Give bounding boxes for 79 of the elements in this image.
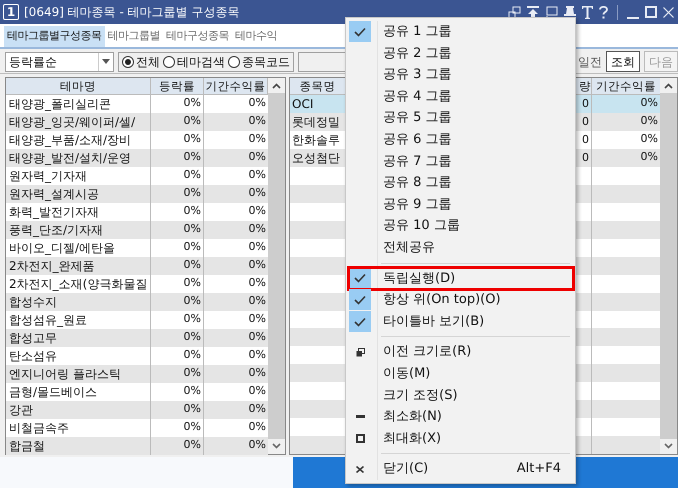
restore-icon xyxy=(356,348,364,357)
window-title: [0649] 테마종목 - 테마그룹별 구성종목 xyxy=(24,4,240,21)
menu-item[interactable]: 크기 조정(S) xyxy=(349,384,573,406)
radio-option[interactable]: 테마검색 xyxy=(162,52,225,70)
menu-item[interactable]: 공유 2 그룹 xyxy=(349,42,573,64)
table-cell-text: 0% xyxy=(248,365,267,381)
menu-item[interactable]: 항상 위(On top)(O) xyxy=(349,289,573,311)
table-cell-text: 0% xyxy=(248,329,267,345)
table-cell: 0% xyxy=(151,437,204,455)
table-cell-text: 0% xyxy=(248,221,267,237)
menu-item[interactable]: 이전 크기로(R) xyxy=(349,341,573,363)
pin-icon[interactable] xyxy=(564,6,576,18)
menu-item[interactable]: 최소화(N) xyxy=(349,406,573,428)
table-cell-text: 0% xyxy=(248,149,267,165)
period-label: 일전 xyxy=(578,54,602,70)
window-icon[interactable] xyxy=(545,6,558,18)
sort-dropdown[interactable]: 등락률순 xyxy=(5,52,114,72)
scrollbar-thumb[interactable] xyxy=(268,93,285,439)
table-cell-text: 0% xyxy=(248,131,267,147)
menu-item[interactable]: 공유 1 그룹 xyxy=(349,21,573,43)
toolbar-button[interactable]: 조회 xyxy=(606,51,640,72)
maximize-icon[interactable] xyxy=(645,6,657,18)
table-cell-text: 0% xyxy=(640,95,659,111)
table-cell-text: 0% xyxy=(248,113,267,129)
menu-item[interactable]: 공유 4 그룹 xyxy=(349,86,573,108)
table-cell-text: 0% xyxy=(248,185,267,201)
menu-item[interactable]: 독립실행(D) xyxy=(349,268,573,290)
menu-item[interactable]: 최대화(X) xyxy=(349,428,573,450)
tab[interactable]: 테마그룹별구성종목 xyxy=(4,26,104,47)
table-cell-text: 0% xyxy=(248,257,267,273)
menu-item[interactable]: 공유 5 그룹 xyxy=(349,107,573,129)
dropdown-caret-icon xyxy=(102,59,110,64)
scroll-up-icon[interactable] xyxy=(272,83,281,89)
window-badge: 1 xyxy=(3,4,19,20)
table-cell-text: 0% xyxy=(248,275,267,291)
menu-item[interactable]: 닫기(C) Alt+F4 xyxy=(349,458,573,480)
menu-item[interactable]: 공유 8 그룹 xyxy=(349,172,573,194)
table-cell-text: 0% xyxy=(248,347,267,363)
radio-option[interactable]: 종목코드 xyxy=(228,52,290,70)
scroll-up-icon[interactable] xyxy=(664,83,673,89)
menu-item[interactable]: 공유 9 그룹 xyxy=(349,194,573,216)
column-header: 등락률 xyxy=(151,78,204,94)
table-cell-text: 0% xyxy=(248,383,267,399)
checkmark-icon xyxy=(349,289,371,310)
menu-item[interactable]: 공유 7 그룹 xyxy=(349,150,573,172)
menu-item[interactable]: 공유 3 그룹 xyxy=(349,64,573,86)
checkmark-icon xyxy=(349,21,371,42)
scrollbar-thumb[interactable] xyxy=(660,93,677,439)
menu-item[interactable]: 공유 6 그룹 xyxy=(349,128,573,151)
column-header: 기간수익률 xyxy=(595,78,657,94)
menu-item[interactable]: 공유 10 그룹 xyxy=(349,215,573,237)
table-cell-text: 0% xyxy=(248,293,267,309)
minimize-icon xyxy=(356,415,364,418)
checkmark-icon xyxy=(349,268,371,289)
help-icon[interactable] xyxy=(599,6,608,18)
table-cell-text: 0% xyxy=(640,131,659,147)
table-cell: 합금철 xyxy=(6,437,151,455)
checkmark-icon xyxy=(349,311,371,332)
table-cell-text: 0% xyxy=(248,401,267,417)
table-cell-text: 0% xyxy=(248,239,267,255)
column-header: 테마명 xyxy=(6,78,151,94)
close-icon xyxy=(356,466,364,473)
table-cell-text: 0% xyxy=(640,113,659,129)
menu-item[interactable]: 타이틀바 보기(B) xyxy=(349,310,573,332)
text-icon[interactable] xyxy=(582,6,593,18)
table-cell-text: 0% xyxy=(640,149,659,165)
maximize-icon xyxy=(356,434,364,443)
table-cell-text: 0% xyxy=(248,437,267,453)
close-icon[interactable] xyxy=(663,6,674,18)
window-list-icon[interactable] xyxy=(508,6,521,18)
menu-item[interactable]: 전체공유 xyxy=(349,236,573,259)
table-cell-text: 0% xyxy=(248,203,267,219)
scroll-down-icon[interactable] xyxy=(272,443,281,449)
table-cell-text: 0% xyxy=(248,419,267,435)
table-cell-text: 0% xyxy=(248,311,267,327)
table-cell-text: 0% xyxy=(248,167,267,183)
table-cell-text: 0% xyxy=(248,95,267,111)
radio-option[interactable]: 전체 xyxy=(122,52,160,70)
scroll-down-icon[interactable] xyxy=(664,443,673,449)
